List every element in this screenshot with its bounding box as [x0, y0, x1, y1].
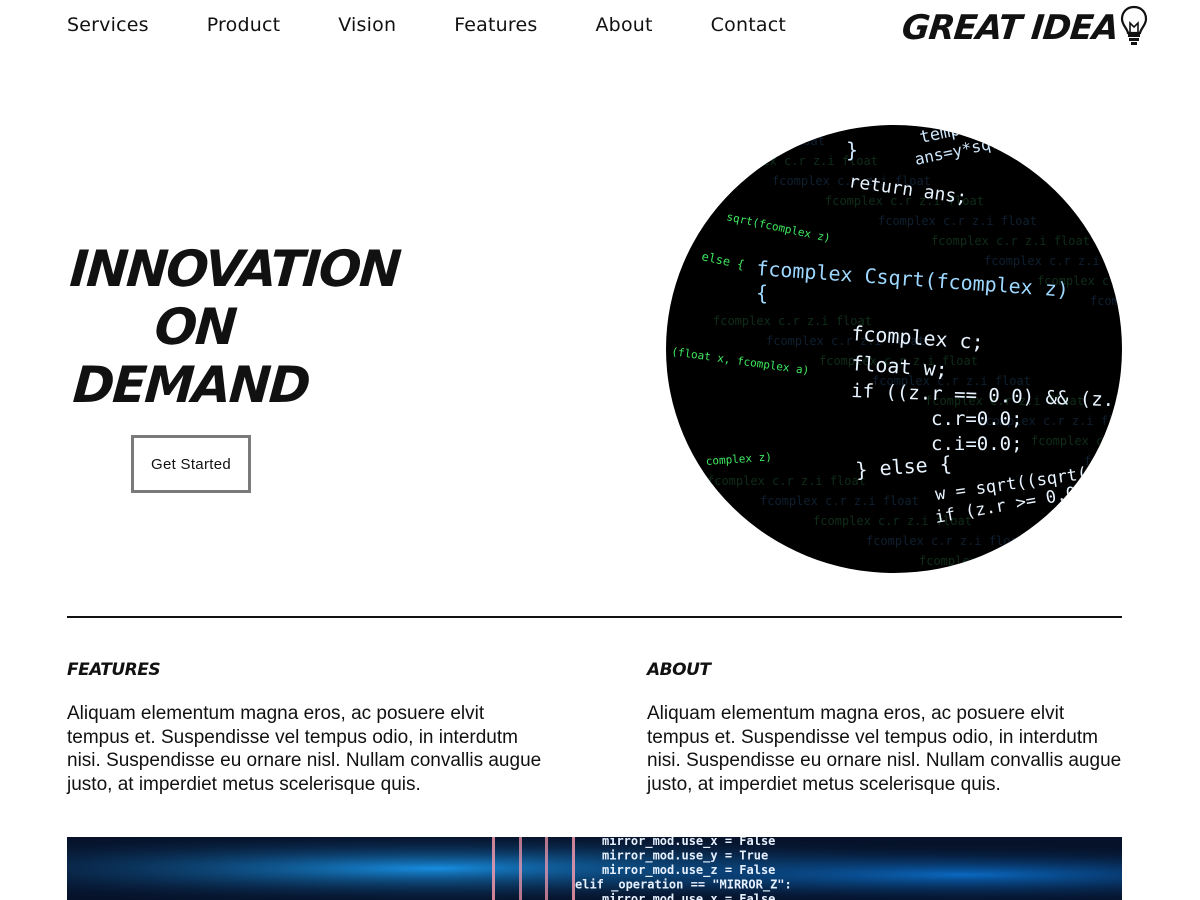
nav-link-about[interactable]: About: [595, 14, 652, 36]
code-bg-text: fcomplex c.r z.i float: [878, 214, 1037, 228]
nav-link-features[interactable]: Features: [454, 14, 537, 36]
main-nav: Services Product Vision Features About C…: [67, 14, 844, 36]
code-line: complex z): [705, 450, 772, 468]
code-banner-image: mirror_mod.use_x = False mirror_mod.use_y…: [67, 837, 1122, 900]
code-bg-text: fcomplex c.r z.i float: [919, 554, 1078, 568]
headline-line: ON: [152, 298, 238, 356]
code-line: c.r=0.0;: [931, 408, 1023, 430]
code-line: else {: [700, 249, 745, 272]
code-bg-text: fcomplex c.r z.i float: [713, 314, 872, 328]
banner-code-line: mirror_mod.use_y = True: [602, 849, 768, 864]
features-body: Aliquam elementum magna eros, ac posuere…: [67, 703, 542, 795]
get-started-button[interactable]: Get Started: [131, 435, 251, 493]
code-image-svg: fcomplex c.r z.i float fcomplex c.r z.i f…: [666, 125, 1122, 568]
code-bg-text: fcomplex c.r z.i float: [760, 494, 919, 508]
code-line: } else {: [855, 451, 953, 482]
headline-line: DEMAND: [71, 356, 311, 414]
nav-link-vision[interactable]: Vision: [338, 14, 396, 36]
section-divider: [67, 616, 1122, 618]
about-body: Aliquam elementum magna eros, ac posuere…: [647, 703, 1122, 795]
code-bg-text: fcomplex c.r z.i float: [984, 254, 1122, 268]
banner-code-line: mirror_mod.use_x = False: [602, 837, 775, 849]
code-bg-text: fcomplex c.r z.i float: [1090, 294, 1122, 308]
banner-code-line: mirror_mod.use_z = False: [602, 863, 775, 878]
code-line: }: [846, 138, 858, 162]
banner-code-line: elif _operation == "MIRROR_Z":: [575, 878, 792, 893]
code-bg-text: fcomplex c.r z.i float: [666, 134, 825, 148]
features-section: FEATURES Aliquam elementum magna eros, a…: [67, 660, 547, 796]
code-bg-text: fcomplex c.r z.i float: [931, 234, 1090, 248]
lightbulb-icon: [1119, 4, 1149, 52]
code-bg-text: fcomplex c.r z.i float: [1084, 454, 1122, 468]
code-bg-text: fcomplex c.r z.i float: [1031, 434, 1122, 448]
code-bg-text: fcomplex c.r z.i float: [707, 474, 866, 488]
logo-text: GREAT IDEA: [899, 8, 1120, 48]
code-banner-svg: mirror_mod.use_x = Falsemirror_mod.use_y…: [67, 837, 1122, 900]
headline-line: INNOVATION: [68, 240, 402, 298]
code-line: (float x, fcomplex a): [671, 345, 811, 377]
nav-link-contact[interactable]: Contact: [711, 14, 786, 36]
code-line: sqrt(fcomplex z): [725, 210, 831, 245]
code-line: {: [756, 281, 768, 305]
site-logo[interactable]: GREAT IDEA: [899, 4, 1149, 52]
code-bg-text: fcomplex c.r z.i float: [866, 534, 1025, 548]
about-section: ABOUT Aliquam elementum magna eros, ac p…: [647, 660, 1127, 796]
about-heading: ABOUT: [647, 660, 711, 680]
banner-code-line: mirror_mod.use_x = False: [602, 892, 775, 900]
features-heading: FEATURES: [67, 660, 161, 680]
nav-link-services[interactable]: Services: [67, 14, 149, 36]
nav-link-product[interactable]: Product: [207, 14, 281, 36]
hero-headline: INNOVATION ON DEMAND: [60, 240, 402, 414]
code-line: fcomplex c;: [851, 321, 985, 354]
code-image: fcomplex c.r z.i float fcomplex c.r z.i f…: [666, 125, 1122, 573]
